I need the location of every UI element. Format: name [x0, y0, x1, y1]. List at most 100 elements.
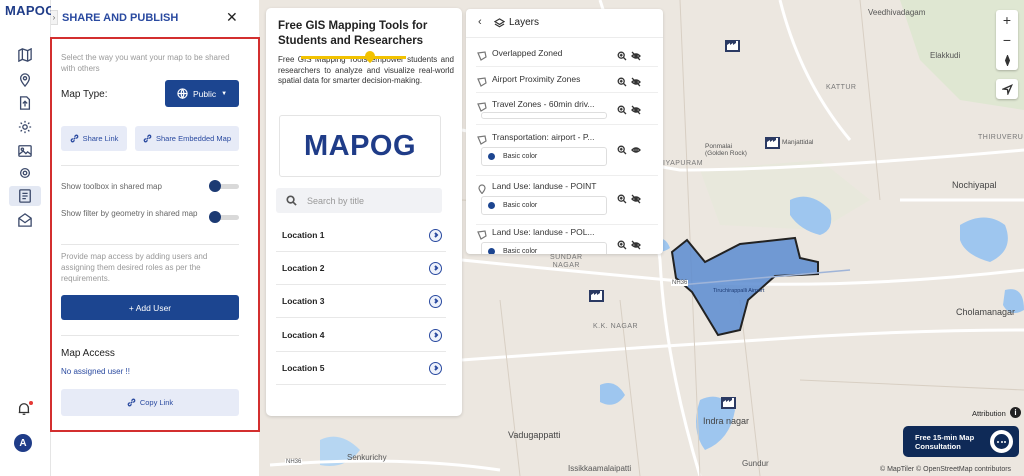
location-item[interactable]: Location 1 — [276, 219, 446, 252]
visibility-off-icon[interactable] — [631, 74, 641, 92]
book-map-icon[interactable] — [14, 45, 36, 65]
promo-title: Free GIS Mapping Tools for Students and … — [278, 20, 428, 47]
map-label: Elakkudi — [930, 51, 961, 60]
divider — [476, 224, 658, 225]
visibility-off-icon[interactable] — [631, 48, 641, 66]
layers-title: Layers — [509, 17, 540, 28]
layer-name: Overlapped Zoned — [492, 48, 563, 58]
location-item[interactable]: Location 4 — [276, 319, 446, 352]
factory-icon — [589, 290, 604, 302]
toolbox-toggle-label: Show toolbox in shared map — [61, 182, 162, 191]
map-label: Senkurichy — [347, 453, 387, 462]
location-label: Location 4 — [282, 330, 325, 340]
location-pin-icon[interactable] — [14, 70, 36, 90]
zoom-to-layer-icon[interactable] — [617, 102, 627, 120]
avatar[interactable]: A — [14, 434, 32, 452]
map-label: Issikkaamalaipatti — [568, 464, 632, 473]
copy-link-button[interactable]: Copy Link — [61, 389, 239, 416]
layer-style-box[interactable]: Basic color — [481, 242, 607, 254]
image-layer-icon[interactable] — [14, 141, 36, 161]
add-user-button[interactable]: + Add User — [61, 295, 239, 320]
notification-dot — [29, 401, 33, 405]
back-chevron-icon[interactable]: ‹ — [478, 16, 482, 28]
zoom-to-layer-icon[interactable] — [617, 142, 627, 160]
divider — [476, 124, 658, 125]
zoom-to-layer-icon[interactable] — [617, 74, 627, 92]
geolocate-icon[interactable] — [996, 79, 1018, 99]
filter-toggle[interactable] — [209, 211, 239, 223]
polygon-layer-icon — [477, 132, 487, 145]
map-label: Tiruchirappalli Airport — [713, 288, 765, 294]
mail-icon[interactable] — [14, 210, 36, 230]
zoom-controls: + − — [996, 10, 1018, 70]
map-label: Indra nagar — [703, 416, 750, 426]
zoom-to-layer-icon[interactable] — [617, 48, 627, 66]
chevron-down-icon: ▼ — [221, 90, 228, 97]
map-label: Cholamanagar — [956, 307, 1016, 317]
divider — [476, 66, 658, 67]
map-label: Ponmalai (Golden Rock) — [705, 143, 747, 157]
layers-stack-icon — [493, 16, 506, 34]
visibility-off-icon[interactable] — [631, 102, 641, 120]
layers-panel: ‹ Layers Overlapped Zoned Airport Proxim… — [466, 9, 663, 254]
visibility-off-icon[interactable] — [631, 237, 641, 254]
map-type-label: Map Type: — [61, 89, 108, 100]
share-map-icon[interactable] — [9, 186, 41, 206]
settings-icon[interactable] — [14, 117, 36, 137]
layer-style-box[interactable]: Basic color — [481, 196, 607, 215]
layer-style-box[interactable]: Basic color — [481, 147, 607, 166]
polygon-layer-icon — [477, 99, 487, 112]
location-label: Location 1 — [282, 230, 325, 240]
location-item[interactable]: Location 5 — [276, 352, 446, 385]
zoom-out-button[interactable]: − — [996, 30, 1018, 50]
link-icon — [70, 134, 78, 143]
map-label: KATTUR — [826, 84, 857, 91]
map-type-value: Public — [192, 88, 217, 99]
share-link-button[interactable]: Share Link — [61, 126, 127, 151]
chat-icon[interactable] — [988, 428, 1015, 455]
divider — [61, 244, 239, 245]
point-layer-icon — [477, 181, 487, 195]
panel-title: SHARE AND PUBLISH — [62, 12, 179, 24]
attribution-label[interactable]: Attribution — [972, 409, 1006, 418]
location-item[interactable]: Location 2 — [276, 252, 446, 285]
location-search-input[interactable]: Search by title — [276, 188, 442, 213]
location-label: Location 2 — [282, 263, 325, 273]
divider — [476, 175, 658, 176]
notification-bell-icon[interactable] — [17, 401, 33, 421]
chevron-right-icon — [429, 328, 442, 342]
layer-style-box[interactable] — [481, 112, 607, 119]
map-label: Veedhivadagam — [868, 8, 926, 17]
embed-label: Share Embedded Map — [155, 134, 232, 143]
visibility-off-icon[interactable] — [631, 191, 641, 209]
layer-style-label: Basic color — [503, 248, 538, 254]
toolbox-toggle[interactable] — [209, 180, 239, 192]
zoom-in-button[interactable]: + — [996, 10, 1018, 30]
upload-file-icon[interactable] — [14, 93, 36, 113]
collapse-panel-button[interactable]: › — [51, 10, 58, 25]
polygon-layer-icon — [477, 48, 487, 61]
app-logo[interactable]: MAPOG — [5, 3, 56, 18]
polygon-layer-icon — [477, 227, 487, 240]
map-type-select[interactable]: Public ▼ — [165, 80, 239, 107]
geolocate-control — [996, 79, 1018, 99]
chevron-right-icon — [429, 261, 442, 275]
visibility-icon[interactable] — [631, 142, 641, 160]
access-intro-text: Provide map access by adding users and a… — [61, 252, 208, 283]
promo-logo[interactable]: MAPOG — [279, 115, 441, 177]
chevron-right-icon — [429, 361, 442, 375]
chevron-right-icon — [429, 294, 442, 308]
compass-icon[interactable] — [996, 50, 1018, 70]
zoom-to-layer-icon[interactable] — [617, 191, 627, 209]
share-embedded-map-button[interactable]: Share Embedded Map — [135, 126, 239, 151]
promo-logo-text: MAPOG — [303, 129, 417, 162]
close-icon[interactable]: ✕ — [226, 10, 238, 24]
location-item[interactable]: Location 3 — [276, 285, 446, 318]
color-swatch — [488, 153, 495, 160]
gear-icon[interactable] — [14, 163, 36, 183]
layer-name: Travel Zones - 60min driv... — [492, 99, 595, 109]
zoom-to-layer-icon[interactable] — [617, 237, 627, 254]
info-icon[interactable]: i — [1010, 407, 1021, 418]
no-user-text: No assigned user !! — [61, 367, 130, 376]
map-label: K.K. NAGAR — [593, 323, 639, 330]
